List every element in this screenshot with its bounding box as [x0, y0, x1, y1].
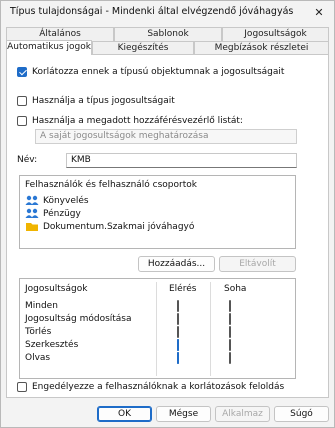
- deny-checkbox-cell[interactable]: [229, 300, 231, 312]
- user-item-label: Dokumentum.Szakmai jóváhagyó: [43, 221, 195, 232]
- use-type-label: Használja a típus jogosultságait: [32, 96, 175, 106]
- apply-button[interactable]: Alkalmaz: [215, 406, 270, 422]
- use-acl-option[interactable]: Használja a megadott hozzáférésvezérlő l…: [17, 116, 243, 126]
- users-list[interactable]: Felhasználók és felhasználó csoportok Kö…: [19, 175, 296, 249]
- list-item[interactable]: Könyvelés: [25, 195, 89, 206]
- table-row: Törlés: [20, 326, 295, 338]
- tab-assignment-details[interactable]: Megbízások részletei: [194, 41, 329, 55]
- deny-column-header: Soha: [224, 284, 247, 294]
- deny-checkbox[interactable]: [229, 300, 231, 312]
- cancel-button[interactable]: Mégse: [156, 406, 211, 422]
- list-item[interactable]: Dokumentum.Szakmai jóváhagyó: [25, 221, 194, 232]
- title-bar: Típus tulajdonságai - Mindenki által elv…: [1, 1, 334, 23]
- allow-checkbox-cell[interactable]: [177, 339, 179, 351]
- restrict-label: Korlátozza ennek a típusú objektumnak a …: [32, 67, 285, 77]
- allow-checkbox[interactable]: [177, 339, 179, 351]
- deny-checkbox-cell[interactable]: [229, 352, 231, 364]
- deny-checkbox[interactable]: [229, 313, 231, 325]
- close-button[interactable]: ✕: [304, 1, 334, 23]
- help-button[interactable]: Súgó: [274, 406, 329, 422]
- allow-checkbox[interactable]: [177, 300, 179, 312]
- permission-label: Jogosultság módosítása: [25, 314, 132, 324]
- remove-button[interactable]: Eltávolít: [219, 256, 296, 272]
- add-button[interactable]: Hozzáadás...: [138, 256, 215, 272]
- user-group-icon: [25, 208, 39, 218]
- deny-checkbox-cell[interactable]: [229, 326, 231, 338]
- deny-checkbox[interactable]: [229, 326, 231, 338]
- deny-checkbox-cell[interactable]: [229, 313, 231, 325]
- user-item-label: Pénzügy: [43, 208, 81, 219]
- users-list-header: Felhasználók és felhasználó csoportok: [25, 180, 197, 190]
- table-row: Olvas: [20, 352, 295, 364]
- ok-button[interactable]: OK: [97, 406, 152, 422]
- automatic-rights-panel: Korlátozza ennek a típusú objektumnak a …: [6, 54, 329, 398]
- allow-checkbox[interactable]: [177, 326, 179, 338]
- window-title: Típus tulajdonságai - Mindenki által elv…: [10, 6, 294, 17]
- use-acl-label: Használja a megadott hozzáférésvezérlő l…: [32, 116, 243, 126]
- use-type-option[interactable]: Használja a típus jogosultságait: [17, 96, 175, 106]
- deny-checkbox[interactable]: [229, 339, 231, 351]
- acl-dropdown[interactable]: A saját jogosultságok meghatározása: [35, 129, 297, 144]
- permission-label: Törlés: [25, 327, 52, 337]
- restrict-option[interactable]: Korlátozza ennek a típusú objektumnak a …: [17, 67, 284, 77]
- tab-permissions[interactable]: Jogosultságok: [222, 27, 329, 41]
- permission-label: Olvas: [25, 353, 51, 363]
- allow-lift-restrictions-checkbox[interactable]: [17, 382, 27, 392]
- tab-general[interactable]: Általános: [6, 27, 114, 41]
- name-label: Név:: [17, 155, 38, 165]
- tab-supplement[interactable]: Kiegészítés: [92, 41, 194, 55]
- table-row: Jogosultság módosítása: [20, 313, 295, 325]
- user-group-icon: [25, 195, 39, 205]
- name-label-row: Név:: [17, 155, 37, 165]
- allow-checkbox[interactable]: [177, 352, 179, 364]
- allow-lift-restrictions-label: Engedélyezze a felhasználóknak a korláto…: [32, 382, 285, 392]
- permission-label: Szerkesztés: [25, 340, 79, 350]
- permission-label: Minden: [25, 301, 58, 311]
- table-row: Szerkesztés: [20, 339, 295, 351]
- tab-automatic-rights[interactable]: Automatikus jogok: [6, 40, 92, 55]
- permissions-table: Jogosultságok Elérés Soha Minden Jogosul…: [19, 278, 296, 379]
- allow-checkbox-cell[interactable]: [177, 326, 179, 338]
- deny-checkbox[interactable]: [229, 352, 231, 364]
- allow-checkbox-cell[interactable]: [177, 352, 179, 364]
- use-acl-checkbox[interactable]: [17, 116, 27, 126]
- list-item[interactable]: Pénzügy: [25, 208, 81, 219]
- user-item-label: Könyvelés: [43, 195, 89, 206]
- allow-column-header: Elérés: [169, 284, 197, 294]
- allow-checkbox-cell[interactable]: [177, 300, 179, 312]
- restrict-checkbox[interactable]: [17, 67, 27, 77]
- allow-checkbox-cell[interactable]: [177, 313, 179, 325]
- properties-dialog: Típus tulajdonságai - Mindenki által elv…: [0, 0, 335, 428]
- table-row: Minden: [20, 300, 295, 312]
- use-type-checkbox[interactable]: [17, 96, 27, 106]
- pseudo-user-icon: [26, 223, 38, 231]
- name-input[interactable]: KMB: [66, 153, 297, 168]
- tab-templates[interactable]: Sablonok: [114, 27, 222, 41]
- allow-checkbox[interactable]: [177, 313, 179, 325]
- deny-checkbox-cell[interactable]: [229, 339, 231, 351]
- permissions-column-header: Jogosultságok: [25, 284, 88, 294]
- allow-lift-restrictions-option[interactable]: Engedélyezze a felhasználóknak a korláto…: [17, 382, 284, 392]
